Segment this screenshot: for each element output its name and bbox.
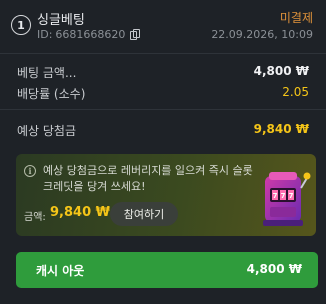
promo-amount-label: 금액: [24,212,46,223]
stake-label: 베팅 금액... [17,66,77,80]
bet-number-badge: 1 [11,15,31,35]
bet-status: 미결제 [279,11,313,25]
odds-value: 2.05 [282,85,309,99]
odds-label: 배당률 (소수) [17,87,86,101]
copy-icon[interactable] [130,29,141,40]
bet-id-label: ID: [37,28,53,41]
svg-text:7: 7 [281,192,286,200]
bet-type-label: 싱글베팅 [37,13,85,28]
payout-row: 예상 당첨금 9,840 ₩ [17,122,309,139]
payout-value: 9,840 ₩ [253,122,309,136]
opt-in-button[interactable]: 참여하기 [110,202,178,226]
bet-id-value: 6681668620 [55,28,126,41]
bet-datetime: 22.09.2026, 10:09 [211,28,313,41]
divider [0,109,326,110]
promo-amount-value: 9,840 ₩ [50,205,110,220]
stake-value: 4,800 ₩ [253,64,309,78]
bet-id: ID: 6681668620 [37,28,141,41]
payout-label: 예상 당첨금 [17,124,77,138]
odds-row: 배당률 (소수) 2.05 [17,85,309,102]
bet-header: 1 싱글베팅 ID: 6681668620 미결제 22.09.2026, 10… [0,0,326,50]
info-icon: i [24,165,36,177]
slot-credit-promo: i 예상 당첨금으로 레버리지를 일으켜 즉시 슬롯 크레딧을 당겨 쓰세요! … [16,154,316,236]
svg-text:7: 7 [273,192,278,200]
stake-row: 베팅 금액... 4,800 ₩ [17,64,309,81]
cash-out-label: 캐시 아웃 [36,264,85,278]
divider [0,53,326,54]
promo-text: 예상 당첨금으로 레버리지를 일으켜 즉시 슬롯 크레딧을 당겨 쓰세요! [43,164,253,193]
cash-out-amount: 4,800 ₩ [246,262,302,276]
svg-text:7: 7 [289,192,294,200]
slot-machine-icon: 7 7 7 [263,172,311,226]
cash-out-button[interactable]: 캐시 아웃 4,800 ₩ [16,252,318,288]
